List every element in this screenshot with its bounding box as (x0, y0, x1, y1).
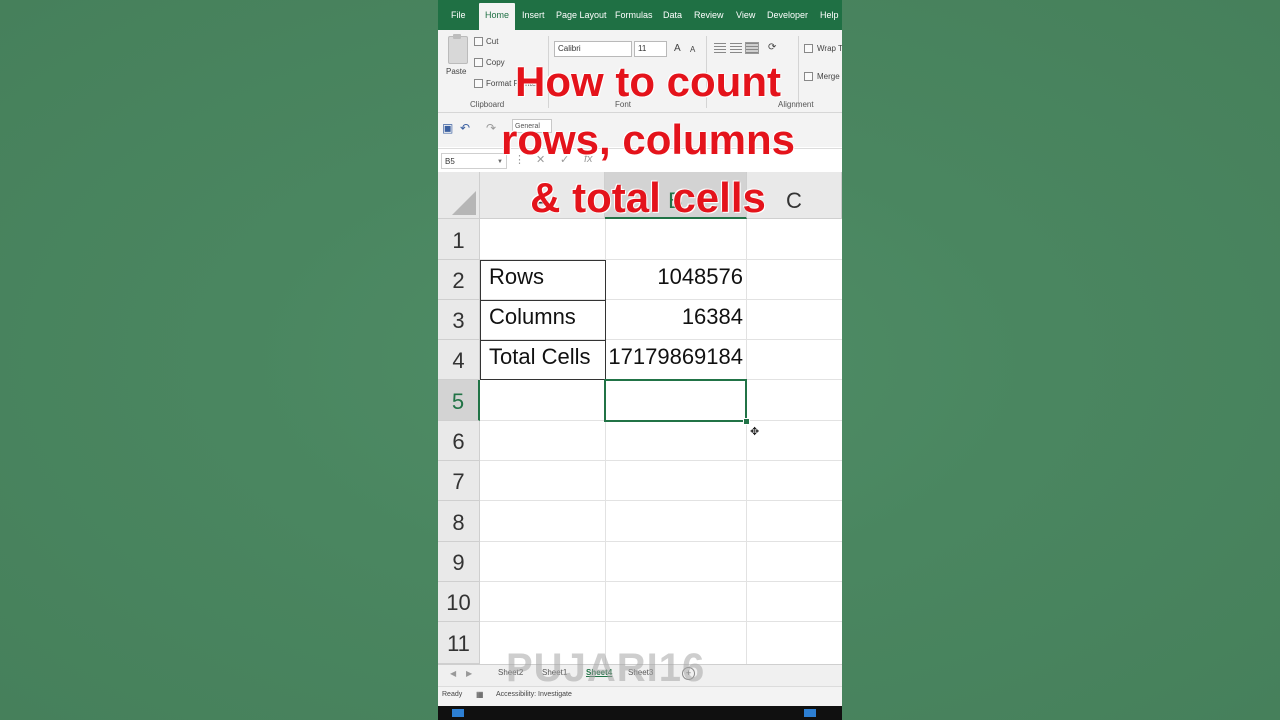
row-header-3[interactable]: 3 (438, 300, 480, 340)
tab-view[interactable]: View (736, 0, 755, 30)
tab-developer[interactable]: Developer (767, 0, 808, 30)
overlay-title: How to count rows, columns & total cells (438, 53, 858, 227)
cut-button[interactable]: Cut (486, 37, 498, 46)
tab-help[interactable]: Help (820, 0, 839, 30)
tab-home[interactable]: Home (479, 3, 516, 30)
tab-data[interactable]: Data (663, 0, 682, 30)
accessibility-status[interactable]: Accessibility: Investigate (496, 691, 572, 698)
taskbar (438, 706, 842, 720)
start-icon[interactable] (452, 709, 464, 717)
row-header-10[interactable]: 10 (438, 582, 480, 622)
cell-a3[interactable]: Columns (480, 304, 605, 330)
cut-icon (474, 37, 483, 46)
tab-file[interactable]: File (451, 0, 466, 30)
taskbar-app-icon[interactable] (804, 709, 816, 717)
cell-a4[interactable]: Total Cells (480, 344, 605, 370)
tab-page-layout[interactable]: Page Layout (556, 0, 607, 30)
ribbon-tabs: File Home Insert Page Layout Formulas Da… (438, 0, 842, 30)
overlay-title-line-3: & total cells (530, 174, 766, 221)
cell-b2[interactable]: 1048576 (605, 264, 747, 290)
cell-a2[interactable]: Rows (480, 264, 605, 290)
wrap-text-icon (804, 44, 813, 53)
row-header-9[interactable]: 9 (438, 542, 480, 582)
status-ready: Ready (442, 691, 463, 698)
row-header-6[interactable]: 6 (438, 421, 480, 461)
wrap-text-button[interactable]: Wrap Text (817, 44, 842, 53)
align-middle-icon[interactable] (730, 43, 742, 53)
sheet-nav-next-icon[interactable]: ▶ (466, 669, 472, 678)
row-header-4[interactable]: 4 (438, 340, 480, 380)
orientation-icon[interactable]: ⟳ (768, 42, 776, 53)
watermark: PUJARI16 (506, 646, 706, 690)
align-bottom-icon[interactable] (745, 42, 759, 54)
cell-b4[interactable]: 17179869184 (605, 344, 747, 370)
overlay-title-line-2: rows, columns (500, 116, 796, 163)
cursor-icon: ✥ (750, 426, 760, 438)
sheet-nav-prev-icon[interactable]: ◀ (450, 669, 456, 678)
row-header-8[interactable]: 8 (438, 501, 480, 542)
row-header-5[interactable]: 5 (438, 380, 480, 421)
macro-record-icon[interactable]: ▦ (476, 690, 484, 699)
overlay-title-line-1: How to count (515, 58, 781, 105)
tab-formulas[interactable]: Formulas (615, 0, 653, 30)
grid-line (480, 500, 842, 501)
tab-insert[interactable]: Insert (522, 0, 545, 30)
align-top-icon[interactable] (714, 43, 726, 53)
grid-line (480, 581, 842, 582)
fill-handle[interactable] (743, 418, 750, 425)
row-header-11[interactable]: 11 (438, 622, 480, 664)
spreadsheet-grid: A B C 1 2 3 4 5 6 7 8 9 10 11 Rows 10485… (438, 172, 842, 664)
grid-line (480, 541, 842, 542)
grid-line (480, 621, 842, 622)
row-header-7[interactable]: 7 (438, 461, 480, 501)
tab-review[interactable]: Review (694, 0, 724, 30)
selected-cell-b5[interactable] (604, 379, 747, 422)
row-header-2[interactable]: 2 (438, 260, 480, 300)
grid-line (480, 460, 842, 461)
cell-b3[interactable]: 16384 (605, 304, 747, 330)
